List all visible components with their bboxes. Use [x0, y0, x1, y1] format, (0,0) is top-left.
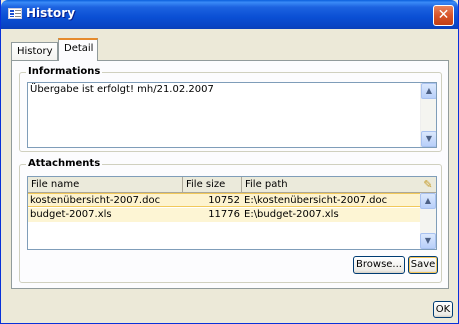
cell-file-path: E:\kostenübersicht-2007.doc [244, 195, 388, 206]
browse-button[interactable]: Browse... [353, 256, 405, 274]
chevron-up-icon: ▲ [425, 86, 433, 95]
column-header-file-path[interactable]: File path [242, 177, 422, 193]
window-app-icon [8, 8, 22, 19]
title-bar[interactable]: History ✕ [1, 0, 458, 29]
scroll-down-button[interactable]: ▼ [421, 131, 436, 147]
tab-detail[interactable]: Detail [58, 38, 98, 61]
tab-history[interactable]: History [11, 42, 58, 61]
column-header-file-size[interactable]: File size [183, 177, 242, 193]
chevron-down-icon: ▼ [424, 236, 432, 245]
chevron-down-icon: ▼ [425, 134, 433, 143]
column-chooser-icon[interactable]: ✎ [420, 177, 436, 193]
pencil-icon: ✎ [423, 178, 433, 191]
scroll-up-button[interactable]: ▲ [420, 193, 436, 209]
history-window: History ✕ History Detail Informations Üb… [0, 0, 459, 324]
chevron-up-icon: ▲ [424, 196, 432, 205]
attachments-group: Attachments File name File size File pat… [19, 158, 442, 283]
tab-detail-label: Detail [64, 43, 94, 54]
scroll-down-button[interactable]: ▼ [420, 233, 436, 249]
cell-file-path: E:\budget-2007.xls [244, 209, 339, 220]
cell-file-size: 10752 [208, 195, 240, 206]
scroll-up-button[interactable]: ▲ [421, 83, 436, 99]
attachments-legend: Attachments [26, 158, 103, 169]
window-title: History [26, 6, 76, 20]
ok-button[interactable]: OK [433, 301, 453, 318]
cell-file-size: 11776 [208, 209, 240, 220]
save-button[interactable]: Save [408, 256, 438, 274]
attachments-table: File name File size File path ✎ kostenüb… [27, 176, 437, 250]
close-button[interactable]: ✕ [433, 5, 454, 26]
attachments-scrollbar[interactable]: ▲ ▼ [420, 193, 436, 249]
close-icon: ✕ [437, 7, 450, 23]
table-header: File name File size File path [28, 177, 422, 193]
table-row[interactable]: budget-2007.xls 11776 E:\budget-2007.xls [28, 208, 422, 222]
informations-group: Informations Übergabe ist erfolgt! mh/21… [19, 66, 442, 152]
informations-textarea[interactable]: Übergabe ist erfolgt! mh/21.02.2007 ▲ ▼ [27, 82, 437, 148]
column-header-file-name[interactable]: File name [28, 177, 183, 193]
detail-tab-panel: Informations Übergabe ist erfolgt! mh/21… [11, 60, 449, 289]
cell-file-name: kostenübersicht-2007.doc [30, 195, 161, 206]
cell-file-name: budget-2007.xls [30, 209, 112, 220]
informations-legend: Informations [26, 66, 103, 77]
tab-history-label: History [17, 46, 53, 57]
informations-scrollbar[interactable]: ▲ ▼ [420, 83, 436, 147]
informations-text: Übergabe ist erfolgt! mh/21.02.2007 [30, 84, 214, 95]
table-row[interactable]: kostenübersicht-2007.doc 10752 E:\kosten… [28, 193, 422, 207]
